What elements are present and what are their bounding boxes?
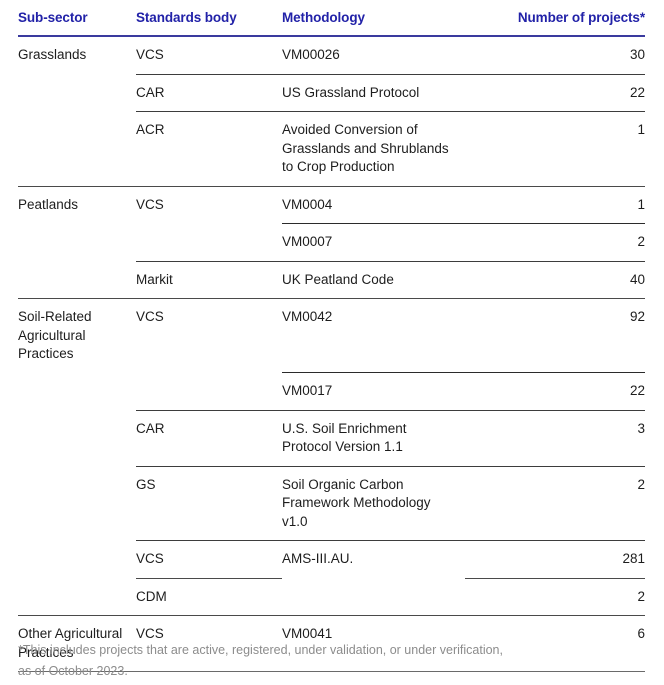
cell-sub-sector [18, 466, 136, 541]
cell-sub-sector: Grasslands [18, 36, 136, 74]
table-body: Grasslands VCS VM00026 30 CAR US Grassla… [18, 36, 645, 672]
column-header-number-of-projects: Number of projects* [517, 10, 645, 25]
table-footnote: *This includes projects that are active,… [18, 640, 628, 682]
cell-number-of-projects: 2 [465, 223, 645, 261]
cell-methodology: VM00026 [282, 36, 465, 74]
column-header-sub-sector: Sub-sector [18, 10, 88, 25]
table-row: CDM 2 [18, 577, 645, 616]
cell-standards-body: VCS [136, 185, 282, 224]
cell-methodology: VM0004 [282, 185, 465, 224]
cell-standards-body: GS [136, 465, 282, 541]
cell-methodology: US Grassland Protocol [282, 73, 465, 112]
table-row: GS Soil Organic Carbon Framework Methodo… [18, 465, 645, 541]
footnote-line-1: *This includes projects that are active,… [18, 643, 503, 657]
cell-standards-body: Markit [136, 260, 282, 299]
cell-standards-body: CAR [136, 409, 282, 466]
table-page: Sub-sector Standards body Methodology Nu… [0, 0, 664, 685]
cell-number-of-projects: 1 [465, 185, 645, 224]
cell-sub-sector [18, 74, 136, 112]
cell-methodology: Soil Organic Carbon Framework Methodolog… [282, 465, 465, 541]
cell-standards-body: ACR [136, 111, 282, 186]
header-row: Sub-sector Standards body Methodology Nu… [18, 10, 645, 36]
cell-number-of-projects: 22 [465, 73, 645, 112]
cell-standards-body: VCS [136, 298, 282, 373]
cell-sub-sector [18, 111, 136, 186]
cell-methodology: UK Peatland Code [282, 260, 465, 299]
cell-sub-sector [18, 410, 136, 466]
cell-methodology: AMS-III.AU. [282, 540, 465, 578]
cell-standards-body: CDM [136, 577, 282, 616]
table-row: VM0017 22 [18, 372, 645, 410]
cell-standards-body: VCS [136, 540, 282, 578]
methodologies-table: Sub-sector Standards body Methodology Nu… [18, 10, 645, 672]
column-header-standards-body: Standards body [136, 10, 237, 25]
table-header: Sub-sector Standards body Methodology Nu… [18, 10, 645, 36]
table-row: Peatlands VCS VM0004 1 [18, 185, 645, 224]
cell-methodology: VM0017 [282, 372, 465, 410]
cell-sub-sector [18, 223, 136, 261]
cell-standards-body: VCS [136, 36, 282, 74]
cell-sub-sector: Peatlands [18, 185, 136, 224]
cell-sub-sector [18, 372, 136, 410]
cell-standards-body: CAR [136, 73, 282, 112]
cell-methodology [282, 578, 465, 616]
cell-standards-body [136, 223, 282, 261]
cell-standards-body [136, 372, 282, 410]
cell-number-of-projects: 22 [465, 372, 645, 410]
column-header-methodology: Methodology [282, 10, 365, 25]
cell-methodology: VM0007 [282, 223, 465, 261]
cell-methodology: VM0042 [282, 298, 465, 373]
cell-number-of-projects: 2 [465, 577, 645, 616]
table-row: Grasslands VCS VM00026 30 [18, 36, 645, 74]
table-row: ACR Avoided Conversion of Grasslands and… [18, 111, 645, 186]
cell-sub-sector [18, 578, 136, 616]
cell-number-of-projects: 40 [465, 260, 645, 299]
table-row: CAR US Grassland Protocol 22 [18, 73, 645, 112]
footnote-line-2: as of October 2023. [18, 664, 128, 678]
table-row: Markit UK Peatland Code 40 [18, 260, 645, 299]
cell-number-of-projects: 281 [465, 540, 645, 578]
cell-number-of-projects: 3 [465, 409, 645, 466]
table-row: VCS AMS-III.AU. 281 [18, 540, 645, 578]
cell-number-of-projects: 92 [465, 298, 645, 373]
cell-sub-sector: Soil-Related Agricultural Practices [18, 298, 136, 373]
table-row: Soil-Related Agricultural Practices VCS … [18, 298, 645, 373]
cell-number-of-projects: 1 [465, 111, 645, 186]
cell-number-of-projects: 2 [465, 465, 645, 541]
cell-number-of-projects: 30 [465, 36, 645, 74]
cell-sub-sector [18, 261, 136, 299]
table-row: VM0007 2 [18, 223, 645, 261]
table-row: CAR U.S. Soil Enrichment Protocol Versio… [18, 409, 645, 466]
cell-methodology: U.S. Soil Enrichment Protocol Version 1.… [282, 409, 465, 466]
cell-methodology: Avoided Conversion of Grasslands and Shr… [282, 111, 465, 186]
cell-sub-sector [18, 540, 136, 578]
